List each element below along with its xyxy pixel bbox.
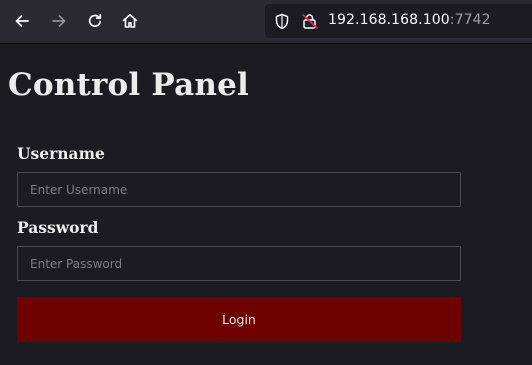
url-text[interactable]: 192.168.168.100:7742 [328,12,491,28]
home-button[interactable] [117,8,143,34]
tracking-protection-button[interactable] [274,13,290,34]
url-port: :7742 [449,12,491,28]
login-button[interactable]: Login [17,297,461,342]
shield-icon [275,13,289,30]
insecure-lock-icon [302,14,318,29]
site-security-button[interactable] [301,13,319,34]
page-title: Control Panel [8,67,249,103]
reload-icon [88,13,102,27]
url-host: 192.168.168.100 [328,12,450,28]
forward-button[interactable] [46,8,72,34]
password-label: Password [17,218,99,237]
url-bar[interactable]: 192.168.168.100:7742 [265,4,532,38]
back-arrow-icon [15,15,29,27]
page-content: Control Panel Username Password Login [0,44,532,365]
forward-arrow-icon [52,15,66,27]
username-input[interactable] [17,172,461,207]
browser-toolbar: 192.168.168.100:7742 [0,0,532,44]
password-input[interactable] [17,246,461,281]
home-icon [122,14,138,28]
reload-button[interactable] [82,8,108,34]
back-button[interactable] [9,8,35,34]
username-label: Username [17,144,105,163]
